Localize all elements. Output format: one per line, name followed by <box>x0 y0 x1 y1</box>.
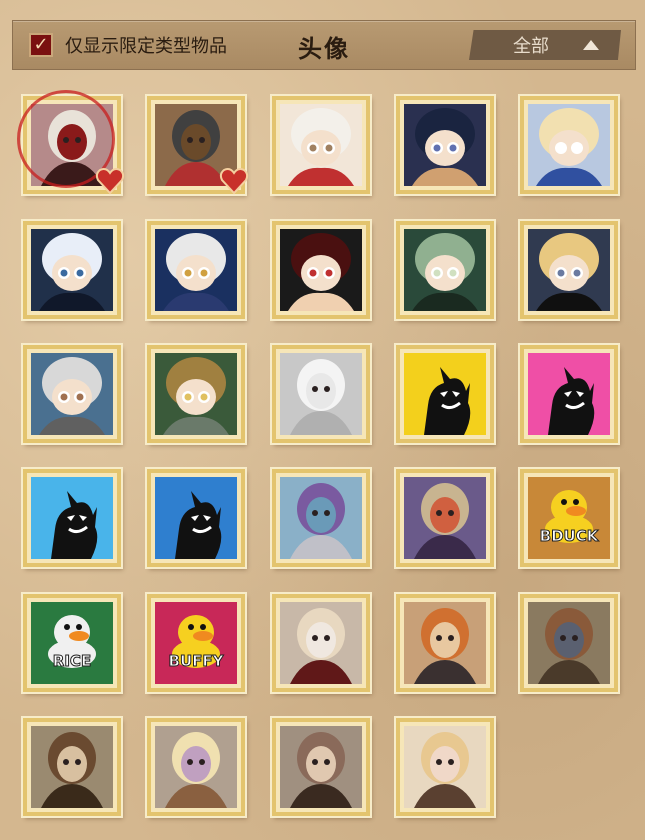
avatar-orange-hair-hat[interactable] <box>396 594 494 692</box>
avatar-art <box>280 353 362 435</box>
heart-icon <box>219 168 249 195</box>
avatar-pale-girl[interactable] <box>272 594 370 692</box>
avatar-chibi-grey-curls[interactable] <box>23 345 121 443</box>
avatar-art <box>528 104 610 186</box>
avatar-art <box>31 229 113 311</box>
avatar-art <box>31 477 113 559</box>
heart-icon <box>95 168 125 195</box>
avatar-masked-knight[interactable] <box>147 96 249 195</box>
avatar-purple-hair-mask[interactable] <box>272 469 370 567</box>
avatar-art <box>31 726 113 808</box>
avatar-duck-bduck[interactable]: BDUCK <box>520 469 618 567</box>
avatar-girl-goggles-blonde[interactable] <box>396 718 494 816</box>
avatar-persona-pink[interactable] <box>520 345 618 443</box>
avatar-grid: BDUCK RICE BUFFY <box>0 0 645 840</box>
avatar-art <box>404 726 486 808</box>
avatar-art <box>528 229 610 311</box>
avatar-art <box>528 353 610 435</box>
avatar-art <box>404 104 486 186</box>
avatar-art <box>155 353 237 435</box>
avatar-catgirl-goggles[interactable] <box>272 718 370 816</box>
avatar-art <box>404 477 486 559</box>
avatar-persona-yellow[interactable] <box>396 345 494 443</box>
avatar-chibi-white-hair-hat[interactable] <box>147 221 245 319</box>
avatar-art <box>404 602 486 684</box>
avatar-art <box>280 726 362 808</box>
avatar-art <box>404 353 486 435</box>
avatar-art <box>280 477 362 559</box>
avatar-blonde-goggles[interactable] <box>147 718 245 816</box>
avatar-chibi-goggles-machine[interactable] <box>147 345 245 443</box>
avatar-art <box>404 229 486 311</box>
avatar-portrait-white-hair[interactable] <box>17 90 125 195</box>
badge-text: BUFFY <box>168 652 224 671</box>
avatar-chibi-masks-dark[interactable] <box>23 221 121 319</box>
avatar-chibi-red-hair[interactable] <box>272 221 370 319</box>
avatar-chibi-blue-hat[interactable] <box>396 96 494 194</box>
avatar-chibi-blonde-blue[interactable] <box>520 96 618 194</box>
avatar-art <box>155 477 237 559</box>
avatar-duck-buffy[interactable]: BUFFY <box>147 594 245 692</box>
avatar-art <box>155 229 237 311</box>
avatar-paper-bag[interactable] <box>396 469 494 567</box>
avatar-art <box>280 602 362 684</box>
avatar-art: RICE <box>31 602 113 684</box>
badge-text: RICE <box>52 652 92 671</box>
avatar-art <box>528 602 610 684</box>
avatar-art: BUFFY <box>155 602 237 684</box>
avatar-diver-helmet[interactable] <box>520 594 618 692</box>
avatar-art <box>280 104 362 186</box>
avatar-white-doll[interactable] <box>272 345 370 443</box>
avatar-brown-hood-goggles[interactable] <box>23 718 121 816</box>
avatar-chibi-green-ghost[interactable] <box>396 221 494 319</box>
avatar-persona-blue-fox[interactable] <box>23 469 121 567</box>
avatar-art <box>31 353 113 435</box>
avatar-chibi-red-flower[interactable] <box>272 96 370 194</box>
avatar-art: BDUCK <box>528 477 610 559</box>
badge-text: BDUCK <box>539 527 599 546</box>
avatar-art <box>155 726 237 808</box>
avatar-chibi-blonde-blindfold[interactable] <box>520 221 618 319</box>
avatar-duck-rice[interactable]: RICE <box>23 594 121 692</box>
avatar-persona-blue-cat[interactable] <box>147 469 245 567</box>
avatar-art <box>280 229 362 311</box>
